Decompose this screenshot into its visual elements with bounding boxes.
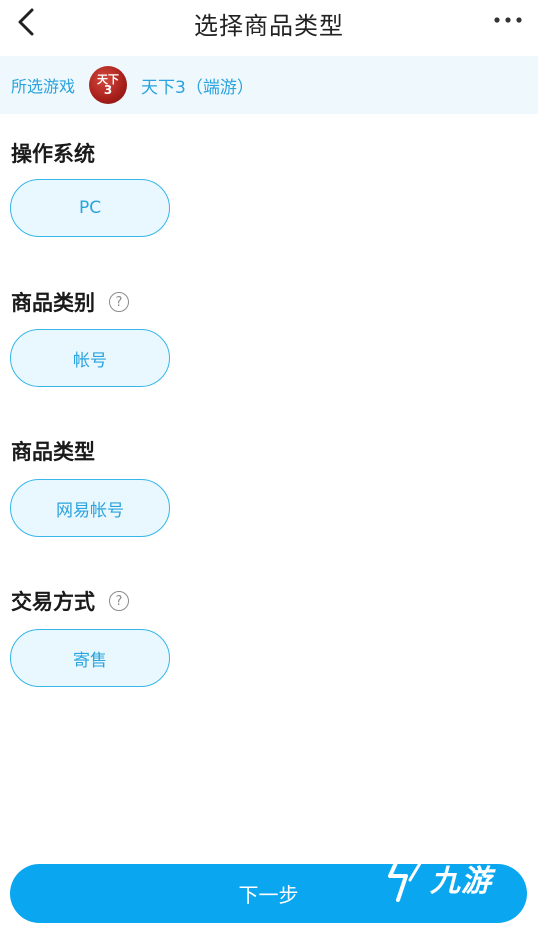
more-dots-icon [494, 17, 522, 23]
header-bar: 选择商品类型 [0, 0, 538, 52]
help-icon[interactable]: ? [109, 292, 129, 312]
section-title-type: 商品类型 [11, 436, 95, 466]
selected-game-name: 天下3（端游） [141, 77, 254, 98]
option-type-netease-account[interactable]: 网易帐号 [10, 479, 170, 537]
selected-game-label: 所选游戏 [11, 77, 76, 96]
section-title-trade: 交易方式 ? [11, 586, 129, 616]
next-step-button[interactable]: 下一步 [10, 864, 527, 923]
option-os-pc[interactable]: PC [10, 179, 170, 237]
game-logo-icon: 天下 3 [89, 66, 128, 104]
page-title: 选择商品类型 [194, 12, 344, 40]
help-icon[interactable]: ? [109, 591, 129, 611]
game-logo-number: 3 [103, 83, 113, 97]
section-title-category: 商品类别 ? [11, 287, 129, 317]
option-trade-consignment[interactable]: 寄售 [10, 629, 170, 687]
section-title-type-text: 商品类型 [11, 440, 95, 464]
section-title-os: 操作系统 [11, 138, 95, 168]
option-category-account[interactable]: 帐号 [10, 329, 170, 387]
section-title-trade-text: 交易方式 [11, 590, 95, 614]
section-title-category-text: 商品类别 [11, 291, 95, 315]
selected-game-bar[interactable]: 所选游戏 天下 3 天下3（端游） [0, 56, 538, 114]
more-button[interactable] [490, 8, 526, 32]
page: 选择商品类型 所选游戏 天下 3 天下3（端游） 操作系统 PC 商品类别 ? … [0, 0, 538, 935]
section-title-os-text: 操作系统 [11, 142, 95, 166]
